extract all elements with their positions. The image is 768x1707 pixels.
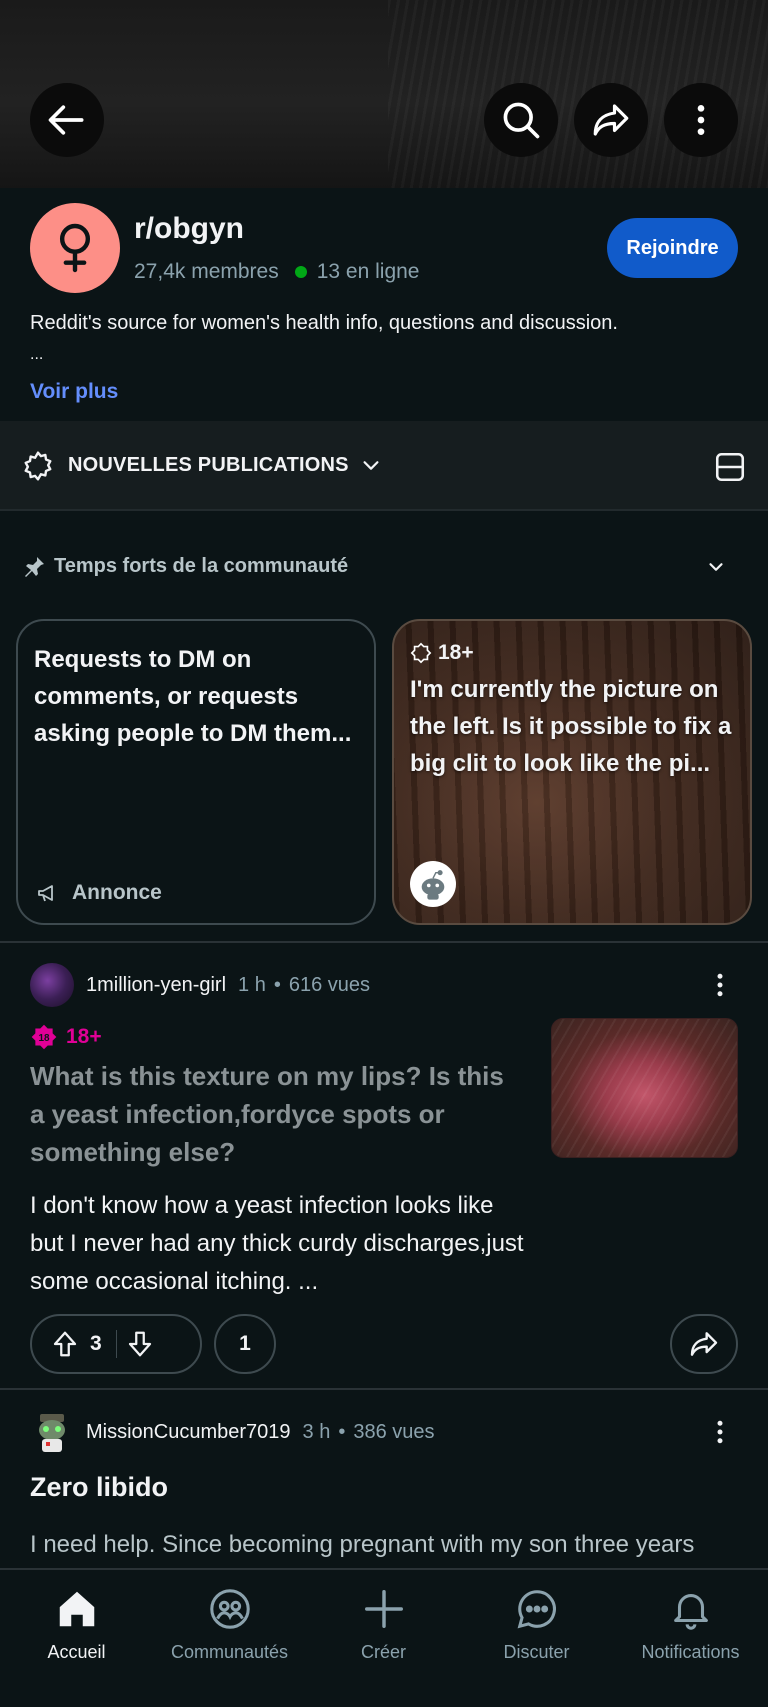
community-stats: 27,4k membres 13 en ligne xyxy=(134,260,420,284)
post-title[interactable]: Zero libido xyxy=(30,1472,168,1503)
member-count: 27,4k membres xyxy=(134,260,279,283)
community-header: r/obgyn 27,4k membres 13 en ligne Rejoin… xyxy=(0,188,768,420)
more-vertical-icon xyxy=(717,973,723,997)
downvote-icon[interactable] xyxy=(125,1329,155,1359)
nsfw-badge: 18 18+ xyxy=(30,1023,102,1051)
post-author-row: 1million-yen-girl 1 h • 616 vues xyxy=(30,963,370,1007)
highlight-card-announcement[interactable]: Requests to DM on comments, or requests … xyxy=(16,619,376,925)
post-options-button[interactable] xyxy=(700,965,740,1005)
post-body[interactable]: I need help. Since becoming pregnant wit… xyxy=(30,1526,750,1564)
view-toggle-icon[interactable] xyxy=(713,450,747,484)
community-banner xyxy=(0,0,768,188)
search-button[interactable] xyxy=(484,83,558,157)
comments-button[interactable]: 1 xyxy=(214,1314,276,1374)
avatar[interactable] xyxy=(30,1410,74,1454)
meta-separator: • xyxy=(273,973,281,996)
divider xyxy=(0,941,768,943)
bottom-navigation: Accueil Communautés Créer Discuter Notif… xyxy=(0,1568,768,1707)
home-icon xyxy=(59,1591,94,1627)
community-highlights-header: Temps forts de la communauté xyxy=(0,512,768,622)
back-button[interactable] xyxy=(30,83,104,157)
post-share-button[interactable] xyxy=(670,1314,738,1374)
nav-create[interactable]: Créer xyxy=(307,1586,460,1663)
post-author-row: MissionCucumber7019 3 h • 386 vues xyxy=(30,1410,435,1454)
communities-icon xyxy=(209,1589,250,1629)
nsfw-18-icon: 18 xyxy=(31,1024,57,1050)
megaphone-icon xyxy=(38,885,53,902)
chevron-down-icon[interactable] xyxy=(360,454,382,476)
arrow-left-icon xyxy=(48,105,84,135)
post-author[interactable]: 1million-yen-girl xyxy=(86,974,226,997)
new-sort-icon xyxy=(24,451,52,481)
bell-icon xyxy=(673,1594,708,1630)
user-avatar-icon xyxy=(39,1414,65,1452)
vote-count: 3 xyxy=(90,1332,102,1355)
meta-separator: • xyxy=(338,1420,346,1443)
nav-label: Créer xyxy=(360,1642,406,1662)
snoo-icon xyxy=(421,870,445,900)
post-time: 1 h xyxy=(238,973,266,996)
nav-communities[interactable]: Communautés xyxy=(153,1586,306,1663)
more-vertical-icon xyxy=(717,1420,723,1444)
nav-chat[interactable]: Discuter xyxy=(460,1586,613,1663)
vote-separator xyxy=(115,1330,117,1358)
divider xyxy=(0,1388,768,1390)
community-description: Reddit's source for women's health info,… xyxy=(30,312,618,334)
nav-label: Notifications xyxy=(641,1642,740,1662)
community-name: r/obgyn xyxy=(134,212,244,245)
post-options-button[interactable] xyxy=(700,1412,740,1452)
more-options-button[interactable] xyxy=(664,83,738,157)
share-community-button[interactable] xyxy=(574,83,648,157)
vote-controls: 3 xyxy=(30,1314,202,1374)
nsfw-badge: 18+ xyxy=(410,641,474,665)
collapse-chevron-icon[interactable] xyxy=(705,556,727,578)
announcement-label: Annonce xyxy=(36,881,162,905)
nav-label: Discuter xyxy=(503,1642,570,1662)
highlights-title: Temps forts de la communauté xyxy=(54,555,349,577)
nsfw-18-icon xyxy=(410,642,432,664)
post-thumbnail[interactable] xyxy=(551,1018,738,1158)
see-more-link[interactable]: Voir plus xyxy=(30,380,118,404)
chat-icon xyxy=(517,1590,556,1629)
sort-dropdown[interactable]: NOUVELLES PUBLICATIONS xyxy=(68,454,349,477)
post-body[interactable]: I don't know how a yeast infection looks… xyxy=(30,1187,530,1301)
post-author[interactable]: MissionCucumber7019 xyxy=(86,1421,291,1444)
nav-notifications[interactable]: Notifications xyxy=(614,1586,767,1663)
join-button[interactable]: Rejoindre xyxy=(607,218,738,278)
nav-label: Communautés xyxy=(170,1642,289,1662)
nsfw-badge-text: 18+ xyxy=(438,641,474,664)
search-icon xyxy=(503,102,540,139)
plus-icon xyxy=(364,1590,403,1628)
sort-bar: NOUVELLES PUBLICATIONS xyxy=(0,421,768,511)
post-views: 616 vues xyxy=(288,973,371,996)
post-time: 3 h xyxy=(302,1420,331,1443)
more-vertical-icon xyxy=(697,105,705,135)
description-ellipsis: ... xyxy=(30,346,44,363)
highlight-card-nsfw[interactable]: 18+ I'm currently the picture on the lef… xyxy=(392,619,752,925)
avatar[interactable] xyxy=(30,963,74,1007)
post-views: 386 vues xyxy=(353,1420,435,1443)
nav-home[interactable]: Accueil xyxy=(0,1586,153,1663)
announcement-text: Annonce xyxy=(72,881,162,904)
share-icon xyxy=(593,104,629,136)
nav-label: Accueil xyxy=(47,1642,106,1662)
online-indicator xyxy=(294,266,307,278)
upvote-icon[interactable] xyxy=(50,1329,80,1359)
snoo-avatar xyxy=(410,861,456,907)
female-symbol-icon xyxy=(59,223,91,273)
nsfw-badge-text: 18+ xyxy=(66,1025,102,1048)
highlight-card-text: I'm currently the picture on the left. I… xyxy=(410,676,732,777)
share-icon xyxy=(690,1332,718,1356)
svg-text:18: 18 xyxy=(38,1033,50,1044)
online-count: 13 en ligne xyxy=(316,260,420,283)
highlight-card-text: Requests to DM on comments, or requests … xyxy=(34,646,352,747)
pin-icon xyxy=(25,557,44,577)
post-title[interactable]: What is this texture on my lips? Is this… xyxy=(30,1057,525,1171)
community-avatar xyxy=(30,203,120,293)
